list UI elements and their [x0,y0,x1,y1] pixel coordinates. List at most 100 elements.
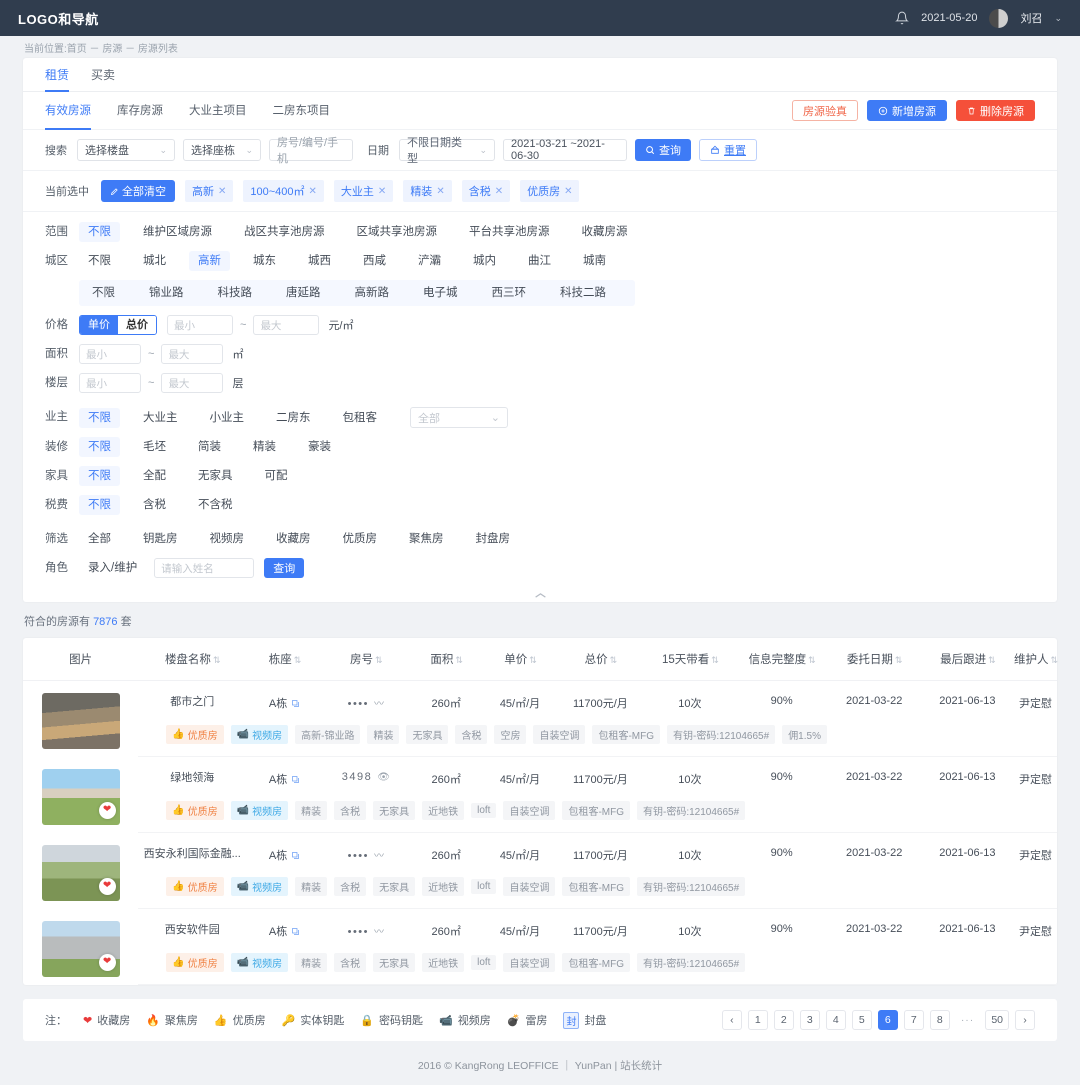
screen-option[interactable]: 全部 [79,529,120,549]
role-query-button[interactable]: 查询 [264,558,305,578]
scope-option[interactable]: 战区共享池房源 [235,222,334,242]
pagination-page-3[interactable]: 3 [799,1010,820,1030]
sort-icon[interactable]: ⇅ [455,655,462,665]
owner-option[interactable]: 不限 [79,407,120,428]
col-building-name[interactable]: 楼盘名称 ⇅ [138,638,247,681]
close-icon[interactable]: ✕ [218,186,226,197]
district-option[interactable]: 浐灞 [409,251,450,271]
collapse-filters-button[interactable] [512,588,568,602]
price-max-input[interactable]: 最大 [253,315,320,335]
sort-icon[interactable]: ⇅ [610,655,617,665]
area-min-input[interactable]: 最小 [79,344,141,364]
bell-icon[interactable] [895,11,910,25]
district-option[interactable]: 高新 [189,251,230,271]
district-option[interactable]: 城内 [464,251,505,271]
district-option[interactable]: 西咸 [354,251,395,271]
col-last-follow[interactable]: 最后跟进 ⇅ [920,638,1014,681]
pagination-page-8[interactable]: 8 [929,1010,950,1030]
tab-rental[interactable]: 租赁 [45,58,70,92]
subdistrict-option[interactable]: 锦业路 [140,283,193,303]
pagination-page-2[interactable]: 2 [773,1010,794,1030]
tax-option[interactable]: 不限 [79,495,120,515]
clear-all-chip[interactable]: 全部清空 [101,180,175,202]
tab-sale[interactable]: 买卖 [91,58,115,92]
table-row[interactable]: ❤ 绿地领海 A栋 3498 👁 260㎡ 45/㎡/月 11700元/月 10次 90% 2021… [23,757,1057,825]
cell-building-name[interactable]: 绿地领海 [138,757,246,788]
tax-option[interactable]: 不含税 [189,495,242,515]
col-area[interactable]: 面积 ⇅ [408,638,484,681]
col-house-no[interactable]: 房号 ⇅ [322,638,409,681]
decoration-option[interactable]: 不限 [79,437,120,457]
heart-badge-icon[interactable]: ❤ [98,877,116,895]
col-image[interactable]: 图片 [23,638,139,681]
screen-option[interactable]: 视频房 [201,529,254,549]
chip-item[interactable]: 大业主 ✕ [333,180,394,202]
price-type-toggle[interactable]: 单价 总价 [79,315,157,335]
sort-icon[interactable]: ⇅ [808,655,815,665]
floor-min-input[interactable]: 最小 [79,373,141,393]
sort-icon[interactable]: ⇅ [988,655,995,665]
screen-option[interactable]: 聚焦房 [400,529,453,549]
add-listing-button[interactable]: 新增房源 [867,100,947,121]
pagination-page-5[interactable]: 5 [851,1010,872,1030]
subdistrict-option[interactable]: 电子城 [414,283,467,303]
copy-icon[interactable] [291,699,300,708]
chip-item[interactable]: 高新 ✕ [185,180,234,202]
scope-option[interactable]: 维护区域房源 [134,222,221,242]
subdistrict-option[interactable]: 科技路 [209,283,262,303]
decoration-option[interactable]: 精装 [244,437,285,457]
close-icon[interactable]: ✕ [495,186,503,197]
role-entry-maintain-option[interactable]: 录入/维护 [79,558,146,578]
district-option[interactable]: 城南 [574,251,615,271]
chip-item[interactable]: 含税 ✕ [461,180,511,202]
chip-item[interactable]: 精装 ✕ [403,180,452,202]
col-unit-price[interactable]: 单价 ⇅ [483,638,557,681]
pagination-prev[interactable]: ‹ [721,1010,742,1030]
decoration-option[interactable]: 毛坯 [134,437,175,457]
price-unit-toggle[interactable]: 单价 [80,316,118,334]
owner-option[interactable]: 大业主 [134,408,187,428]
chevron-down-icon[interactable]: ⌄ [1054,13,1062,24]
price-min-input[interactable]: 最小 [167,315,233,335]
price-total-toggle[interactable]: 总价 [118,316,156,334]
subdistrict-option[interactable]: 西三环 [483,283,536,303]
owner-option[interactable]: 二房东 [267,408,320,428]
chip-item[interactable]: 优质房 ✕ [520,180,580,202]
scope-option[interactable]: 不限 [79,222,120,242]
sort-icon[interactable]: ⇅ [1050,655,1057,665]
delete-listing-button[interactable]: 删除房源 [956,100,1035,121]
query-button[interactable]: 查询 [635,139,691,161]
col-total-price[interactable]: 总价 ⇅ [556,638,645,681]
floor-max-input[interactable]: 最大 [161,373,224,393]
decoration-option[interactable]: 简装 [189,437,230,457]
owner-option[interactable]: 包租客 [334,408,387,428]
scope-option[interactable]: 平台共享池房源 [460,222,559,242]
screen-option[interactable]: 钥匙房 [134,529,187,549]
subdistrict-option[interactable]: 唐延路 [277,283,330,303]
sort-icon[interactable]: ⇅ [895,655,902,665]
cell-building-name[interactable]: 西安软件园 [138,909,246,940]
decoration-option[interactable]: 豪装 [299,437,340,457]
copy-icon[interactable] [291,927,300,936]
district-option[interactable]: 曲江 [519,251,560,271]
close-icon[interactable]: ✕ [378,186,386,197]
sort-icon[interactable]: ⇅ [529,655,536,665]
table-row[interactable]: ❤ 西安软件园 A栋 •••• 〰 260㎡ 45/㎡/月 11700元/月 10次 90% 202… [23,909,1057,977]
copy-icon[interactable] [291,775,300,784]
cell-building-name[interactable]: 西安永利国际金融... [138,833,246,864]
pagination-page-4[interactable]: 4 [825,1010,846,1030]
col-maintainer[interactable]: 维护人 ⇅ [1013,638,1058,681]
tab-sublessor-project[interactable]: 二房东项目 [273,92,331,130]
district-option[interactable]: 不限 [79,251,120,271]
listing-thumbnail[interactable] [41,693,120,749]
eyebrow-icon[interactable]: 〰 [374,851,384,862]
subdistrict-option[interactable]: 高新路 [346,283,399,303]
col-visits[interactable]: 15天带看 ⇅ [644,638,736,681]
col-block[interactable]: 栋座 ⇅ [246,638,323,681]
eyebrow-icon[interactable]: 〰 [374,699,384,710]
verify-listing-button[interactable]: 房源验真 [792,100,858,121]
heart-badge-icon[interactable]: ❤ [98,953,116,971]
chip-item[interactable]: 100~400㎡ ✕ [243,180,324,202]
screen-option[interactable]: 收藏房 [267,529,320,549]
subdistrict-option[interactable]: 科技二路 [551,283,615,303]
